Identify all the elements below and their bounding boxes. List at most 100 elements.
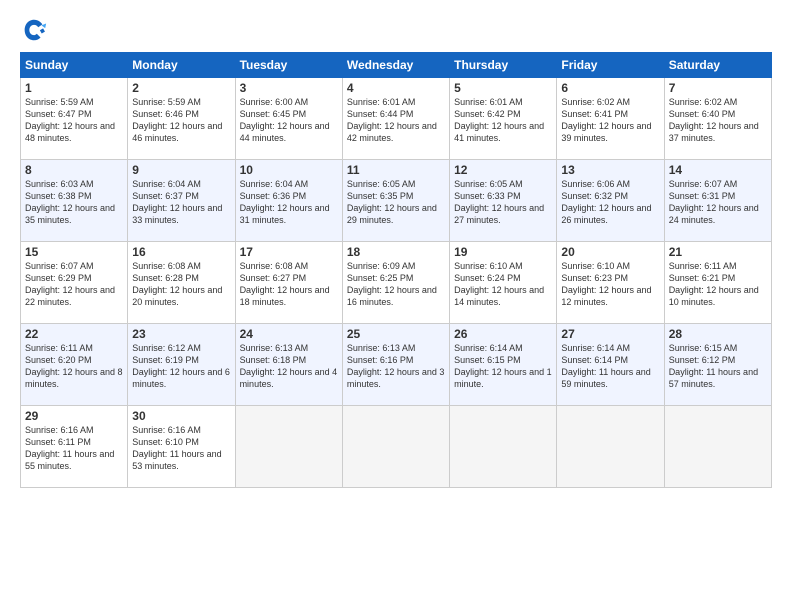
- day-number: 8: [25, 163, 123, 177]
- day-cell: 11Sunrise: 6:05 AMSunset: 6:35 PMDayligh…: [342, 160, 449, 242]
- day-cell: 5Sunrise: 6:01 AMSunset: 6:42 PMDaylight…: [450, 78, 557, 160]
- day-info: Sunrise: 6:16 AMSunset: 6:10 PMDaylight:…: [132, 424, 230, 473]
- day-info: Sunrise: 6:01 AMSunset: 6:42 PMDaylight:…: [454, 96, 552, 145]
- day-cell: [557, 406, 664, 488]
- day-cell: 8Sunrise: 6:03 AMSunset: 6:38 PMDaylight…: [21, 160, 128, 242]
- header-wednesday: Wednesday: [342, 53, 449, 78]
- day-info: Sunrise: 6:13 AMSunset: 6:16 PMDaylight:…: [347, 342, 445, 391]
- day-number: 23: [132, 327, 230, 341]
- day-cell: 3Sunrise: 6:00 AMSunset: 6:45 PMDaylight…: [235, 78, 342, 160]
- day-number: 11: [347, 163, 445, 177]
- day-cell: 23Sunrise: 6:12 AMSunset: 6:19 PMDayligh…: [128, 324, 235, 406]
- day-cell: 1Sunrise: 5:59 AMSunset: 6:47 PMDaylight…: [21, 78, 128, 160]
- day-cell: 15Sunrise: 6:07 AMSunset: 6:29 PMDayligh…: [21, 242, 128, 324]
- day-cell: 9Sunrise: 6:04 AMSunset: 6:37 PMDaylight…: [128, 160, 235, 242]
- day-number: 14: [669, 163, 767, 177]
- day-info: Sunrise: 6:04 AMSunset: 6:37 PMDaylight:…: [132, 178, 230, 227]
- day-number: 13: [561, 163, 659, 177]
- day-number: 27: [561, 327, 659, 341]
- day-info: Sunrise: 6:04 AMSunset: 6:36 PMDaylight:…: [240, 178, 338, 227]
- day-info: Sunrise: 6:16 AMSunset: 6:11 PMDaylight:…: [25, 424, 123, 473]
- day-info: Sunrise: 6:07 AMSunset: 6:31 PMDaylight:…: [669, 178, 767, 227]
- day-number: 2: [132, 81, 230, 95]
- day-number: 6: [561, 81, 659, 95]
- day-cell: [450, 406, 557, 488]
- day-info: Sunrise: 6:11 AMSunset: 6:20 PMDaylight:…: [25, 342, 123, 391]
- day-info: Sunrise: 5:59 AMSunset: 6:47 PMDaylight:…: [25, 96, 123, 145]
- day-number: 24: [240, 327, 338, 341]
- day-cell: 27Sunrise: 6:14 AMSunset: 6:14 PMDayligh…: [557, 324, 664, 406]
- day-info: Sunrise: 6:08 AMSunset: 6:28 PMDaylight:…: [132, 260, 230, 309]
- day-info: Sunrise: 6:14 AMSunset: 6:15 PMDaylight:…: [454, 342, 552, 391]
- day-info: Sunrise: 6:06 AMSunset: 6:32 PMDaylight:…: [561, 178, 659, 227]
- day-number: 20: [561, 245, 659, 259]
- day-cell: 26Sunrise: 6:14 AMSunset: 6:15 PMDayligh…: [450, 324, 557, 406]
- day-number: 15: [25, 245, 123, 259]
- day-cell: 19Sunrise: 6:10 AMSunset: 6:24 PMDayligh…: [450, 242, 557, 324]
- day-info: Sunrise: 6:02 AMSunset: 6:41 PMDaylight:…: [561, 96, 659, 145]
- week-row-5: 29Sunrise: 6:16 AMSunset: 6:11 PMDayligh…: [21, 406, 772, 488]
- day-cell: 25Sunrise: 6:13 AMSunset: 6:16 PMDayligh…: [342, 324, 449, 406]
- day-number: 17: [240, 245, 338, 259]
- logo-icon: [20, 16, 48, 44]
- day-number: 5: [454, 81, 552, 95]
- day-number: 1: [25, 81, 123, 95]
- header-monday: Monday: [128, 53, 235, 78]
- day-cell: 13Sunrise: 6:06 AMSunset: 6:32 PMDayligh…: [557, 160, 664, 242]
- header-row: SundayMondayTuesdayWednesdayThursdayFrid…: [21, 53, 772, 78]
- header-friday: Friday: [557, 53, 664, 78]
- header-sunday: Sunday: [21, 53, 128, 78]
- day-cell: 16Sunrise: 6:08 AMSunset: 6:28 PMDayligh…: [128, 242, 235, 324]
- day-cell: 30Sunrise: 6:16 AMSunset: 6:10 PMDayligh…: [128, 406, 235, 488]
- day-info: Sunrise: 6:10 AMSunset: 6:23 PMDaylight:…: [561, 260, 659, 309]
- day-number: 25: [347, 327, 445, 341]
- day-number: 16: [132, 245, 230, 259]
- header-tuesday: Tuesday: [235, 53, 342, 78]
- day-number: 18: [347, 245, 445, 259]
- week-row-3: 15Sunrise: 6:07 AMSunset: 6:29 PMDayligh…: [21, 242, 772, 324]
- day-cell: [664, 406, 771, 488]
- day-info: Sunrise: 6:11 AMSunset: 6:21 PMDaylight:…: [669, 260, 767, 309]
- day-info: Sunrise: 6:10 AMSunset: 6:24 PMDaylight:…: [454, 260, 552, 309]
- day-cell: 21Sunrise: 6:11 AMSunset: 6:21 PMDayligh…: [664, 242, 771, 324]
- day-number: 9: [132, 163, 230, 177]
- header: [20, 16, 772, 44]
- day-info: Sunrise: 6:02 AMSunset: 6:40 PMDaylight:…: [669, 96, 767, 145]
- day-cell: 17Sunrise: 6:08 AMSunset: 6:27 PMDayligh…: [235, 242, 342, 324]
- day-info: Sunrise: 6:08 AMSunset: 6:27 PMDaylight:…: [240, 260, 338, 309]
- day-number: 21: [669, 245, 767, 259]
- day-cell: 2Sunrise: 5:59 AMSunset: 6:46 PMDaylight…: [128, 78, 235, 160]
- day-cell: 12Sunrise: 6:05 AMSunset: 6:33 PMDayligh…: [450, 160, 557, 242]
- day-number: 22: [25, 327, 123, 341]
- day-info: Sunrise: 6:14 AMSunset: 6:14 PMDaylight:…: [561, 342, 659, 391]
- week-row-1: 1Sunrise: 5:59 AMSunset: 6:47 PMDaylight…: [21, 78, 772, 160]
- day-info: Sunrise: 6:01 AMSunset: 6:44 PMDaylight:…: [347, 96, 445, 145]
- day-info: Sunrise: 6:00 AMSunset: 6:45 PMDaylight:…: [240, 96, 338, 145]
- day-info: Sunrise: 6:09 AMSunset: 6:25 PMDaylight:…: [347, 260, 445, 309]
- day-cell: 28Sunrise: 6:15 AMSunset: 6:12 PMDayligh…: [664, 324, 771, 406]
- day-cell: 22Sunrise: 6:11 AMSunset: 6:20 PMDayligh…: [21, 324, 128, 406]
- day-cell: 24Sunrise: 6:13 AMSunset: 6:18 PMDayligh…: [235, 324, 342, 406]
- day-number: 30: [132, 409, 230, 423]
- day-cell: 20Sunrise: 6:10 AMSunset: 6:23 PMDayligh…: [557, 242, 664, 324]
- day-cell: 10Sunrise: 6:04 AMSunset: 6:36 PMDayligh…: [235, 160, 342, 242]
- day-info: Sunrise: 6:05 AMSunset: 6:33 PMDaylight:…: [454, 178, 552, 227]
- logo: [20, 16, 50, 44]
- day-number: 4: [347, 81, 445, 95]
- day-info: Sunrise: 5:59 AMSunset: 6:46 PMDaylight:…: [132, 96, 230, 145]
- header-thursday: Thursday: [450, 53, 557, 78]
- day-cell: 14Sunrise: 6:07 AMSunset: 6:31 PMDayligh…: [664, 160, 771, 242]
- day-cell: 7Sunrise: 6:02 AMSunset: 6:40 PMDaylight…: [664, 78, 771, 160]
- day-info: Sunrise: 6:07 AMSunset: 6:29 PMDaylight:…: [25, 260, 123, 309]
- day-number: 7: [669, 81, 767, 95]
- week-row-2: 8Sunrise: 6:03 AMSunset: 6:38 PMDaylight…: [21, 160, 772, 242]
- day-info: Sunrise: 6:03 AMSunset: 6:38 PMDaylight:…: [25, 178, 123, 227]
- day-info: Sunrise: 6:15 AMSunset: 6:12 PMDaylight:…: [669, 342, 767, 391]
- day-cell: 18Sunrise: 6:09 AMSunset: 6:25 PMDayligh…: [342, 242, 449, 324]
- day-number: 12: [454, 163, 552, 177]
- day-info: Sunrise: 6:13 AMSunset: 6:18 PMDaylight:…: [240, 342, 338, 391]
- day-cell: 4Sunrise: 6:01 AMSunset: 6:44 PMDaylight…: [342, 78, 449, 160]
- day-number: 26: [454, 327, 552, 341]
- day-cell: [342, 406, 449, 488]
- calendar: SundayMondayTuesdayWednesdayThursdayFrid…: [20, 52, 772, 488]
